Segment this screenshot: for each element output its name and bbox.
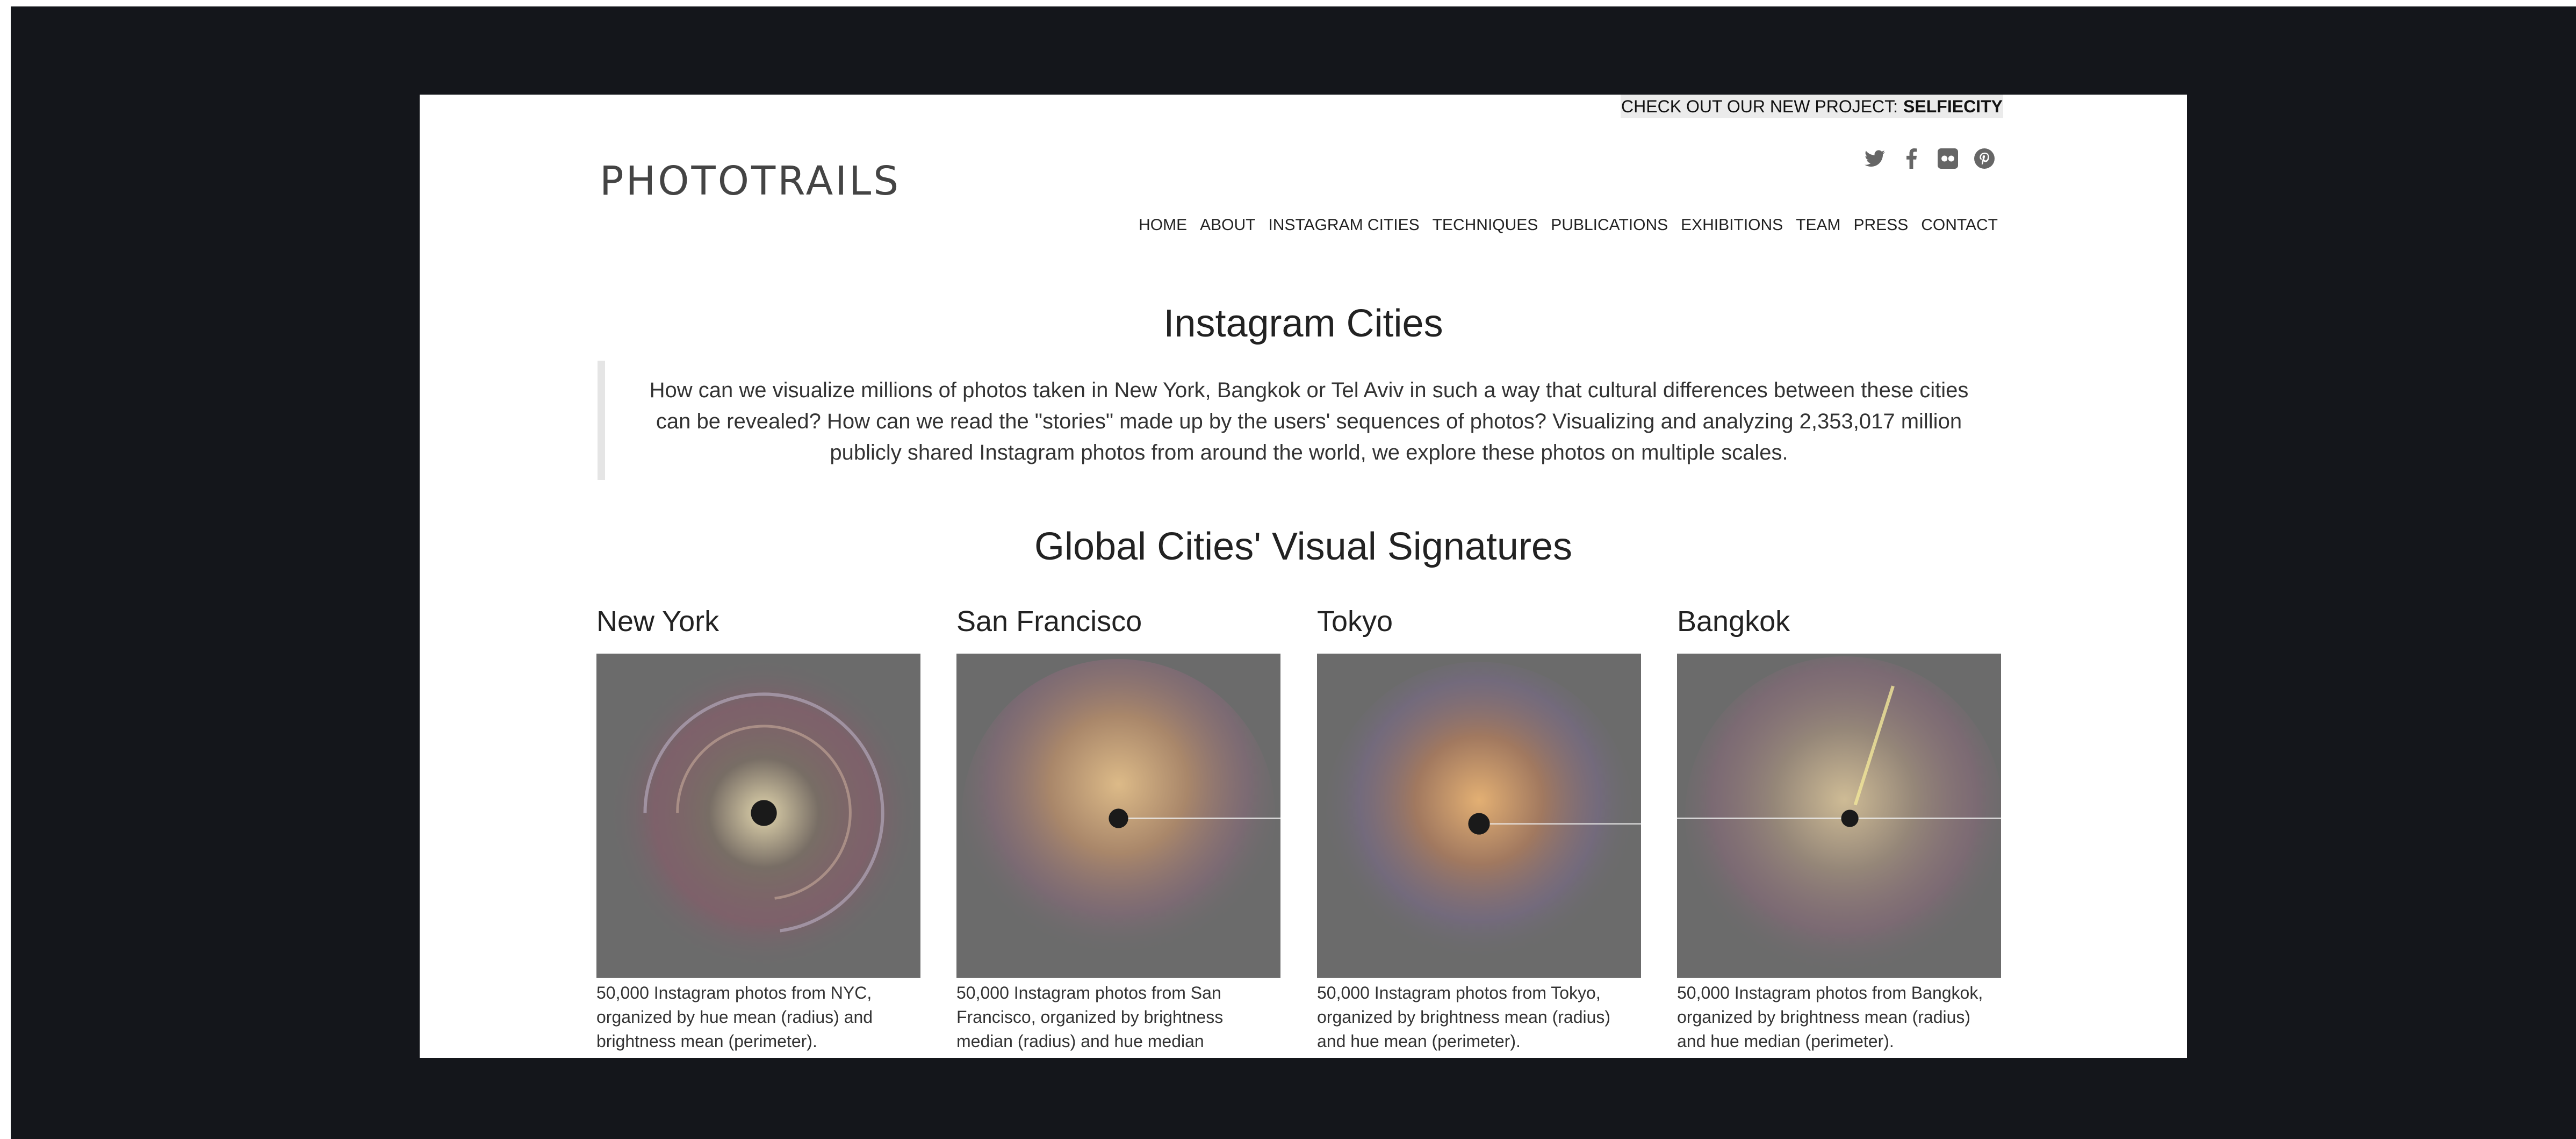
- section-title: Global Cities' Visual Signatures: [1034, 525, 1572, 568]
- radial-visualization-tokyo[interactable]: [1317, 654, 1641, 978]
- city-name: San Francisco: [956, 605, 1142, 637]
- site-logo[interactable]: PHOTOTRAILS: [600, 158, 901, 204]
- radial-visualization-san-francisco[interactable]: [956, 654, 1280, 978]
- nav-press[interactable]: PRESS: [1854, 216, 1909, 234]
- city-card-new-york: New York 50,000 Instagram photos from NY…: [596, 602, 920, 1054]
- city-name: Bangkok: [1677, 605, 1790, 637]
- radial-visualization-new-york[interactable]: [596, 654, 920, 978]
- city-card-bangkok: Bangkok 50,000 Instagram photos from Ban…: [1677, 602, 2001, 1054]
- page-title: Instagram Cities: [1163, 302, 1443, 345]
- nav-exhibitions[interactable]: EXHIBITIONS: [1681, 216, 1783, 234]
- city-card-san-francisco: San Francisco 50,000 Instagram photos fr…: [956, 602, 1280, 1054]
- nav-about[interactable]: ABOUT: [1200, 216, 1255, 234]
- flickr-icon[interactable]: [1936, 147, 1960, 170]
- city-caption: 50,000 Instagram photos from Bangkok, or…: [1677, 983, 1983, 1051]
- intro-blockquote: How can we visualize millions of photos …: [598, 361, 2006, 480]
- promo-text: CHECK OUT OUR NEW PROJECT:: [1621, 96, 1898, 116]
- city-caption: 50,000 Instagram photos from Tokyo, orga…: [1317, 983, 1611, 1051]
- nav-techniques[interactable]: TECHNIQUES: [1433, 216, 1538, 234]
- pinterest-icon[interactable]: [1973, 147, 1996, 170]
- promo-link[interactable]: SELFIECITY: [1903, 97, 2003, 117]
- nav-contact[interactable]: CONTACT: [1921, 216, 1998, 234]
- main-navigation: HOME ABOUT INSTAGRAM CITIES TECHNIQUES P…: [1139, 216, 1998, 234]
- social-links: [1863, 147, 1996, 170]
- city-caption: 50,000 Instagram photos from San Francis…: [956, 983, 1224, 1051]
- nav-team[interactable]: TEAM: [1796, 216, 1840, 234]
- nav-instagram-cities[interactable]: INSTAGRAM CITIES: [1268, 216, 1419, 234]
- nav-home[interactable]: HOME: [1139, 216, 1187, 234]
- city-name: Tokyo: [1317, 605, 1393, 637]
- intro-text: How can we visualize millions of photos …: [649, 378, 1969, 464]
- radial-visualization-bangkok[interactable]: [1677, 654, 2001, 978]
- facebook-icon[interactable]: [1899, 147, 1923, 170]
- city-card-tokyo: Tokyo 50,000 Instagram photos from Tokyo…: [1317, 602, 1641, 1054]
- web-page: CHECK OUT OUR NEW PROJECT: SELFIECITY PH…: [420, 95, 2187, 1058]
- city-caption: 50,000 Instagram photos from NYC, organi…: [596, 983, 873, 1051]
- nav-publications[interactable]: PUBLICATIONS: [1551, 216, 1668, 234]
- promo-banner[interactable]: CHECK OUT OUR NEW PROJECT: SELFIECITY: [1621, 95, 2003, 118]
- twitter-icon[interactable]: [1863, 147, 1887, 170]
- city-name: New York: [596, 605, 719, 637]
